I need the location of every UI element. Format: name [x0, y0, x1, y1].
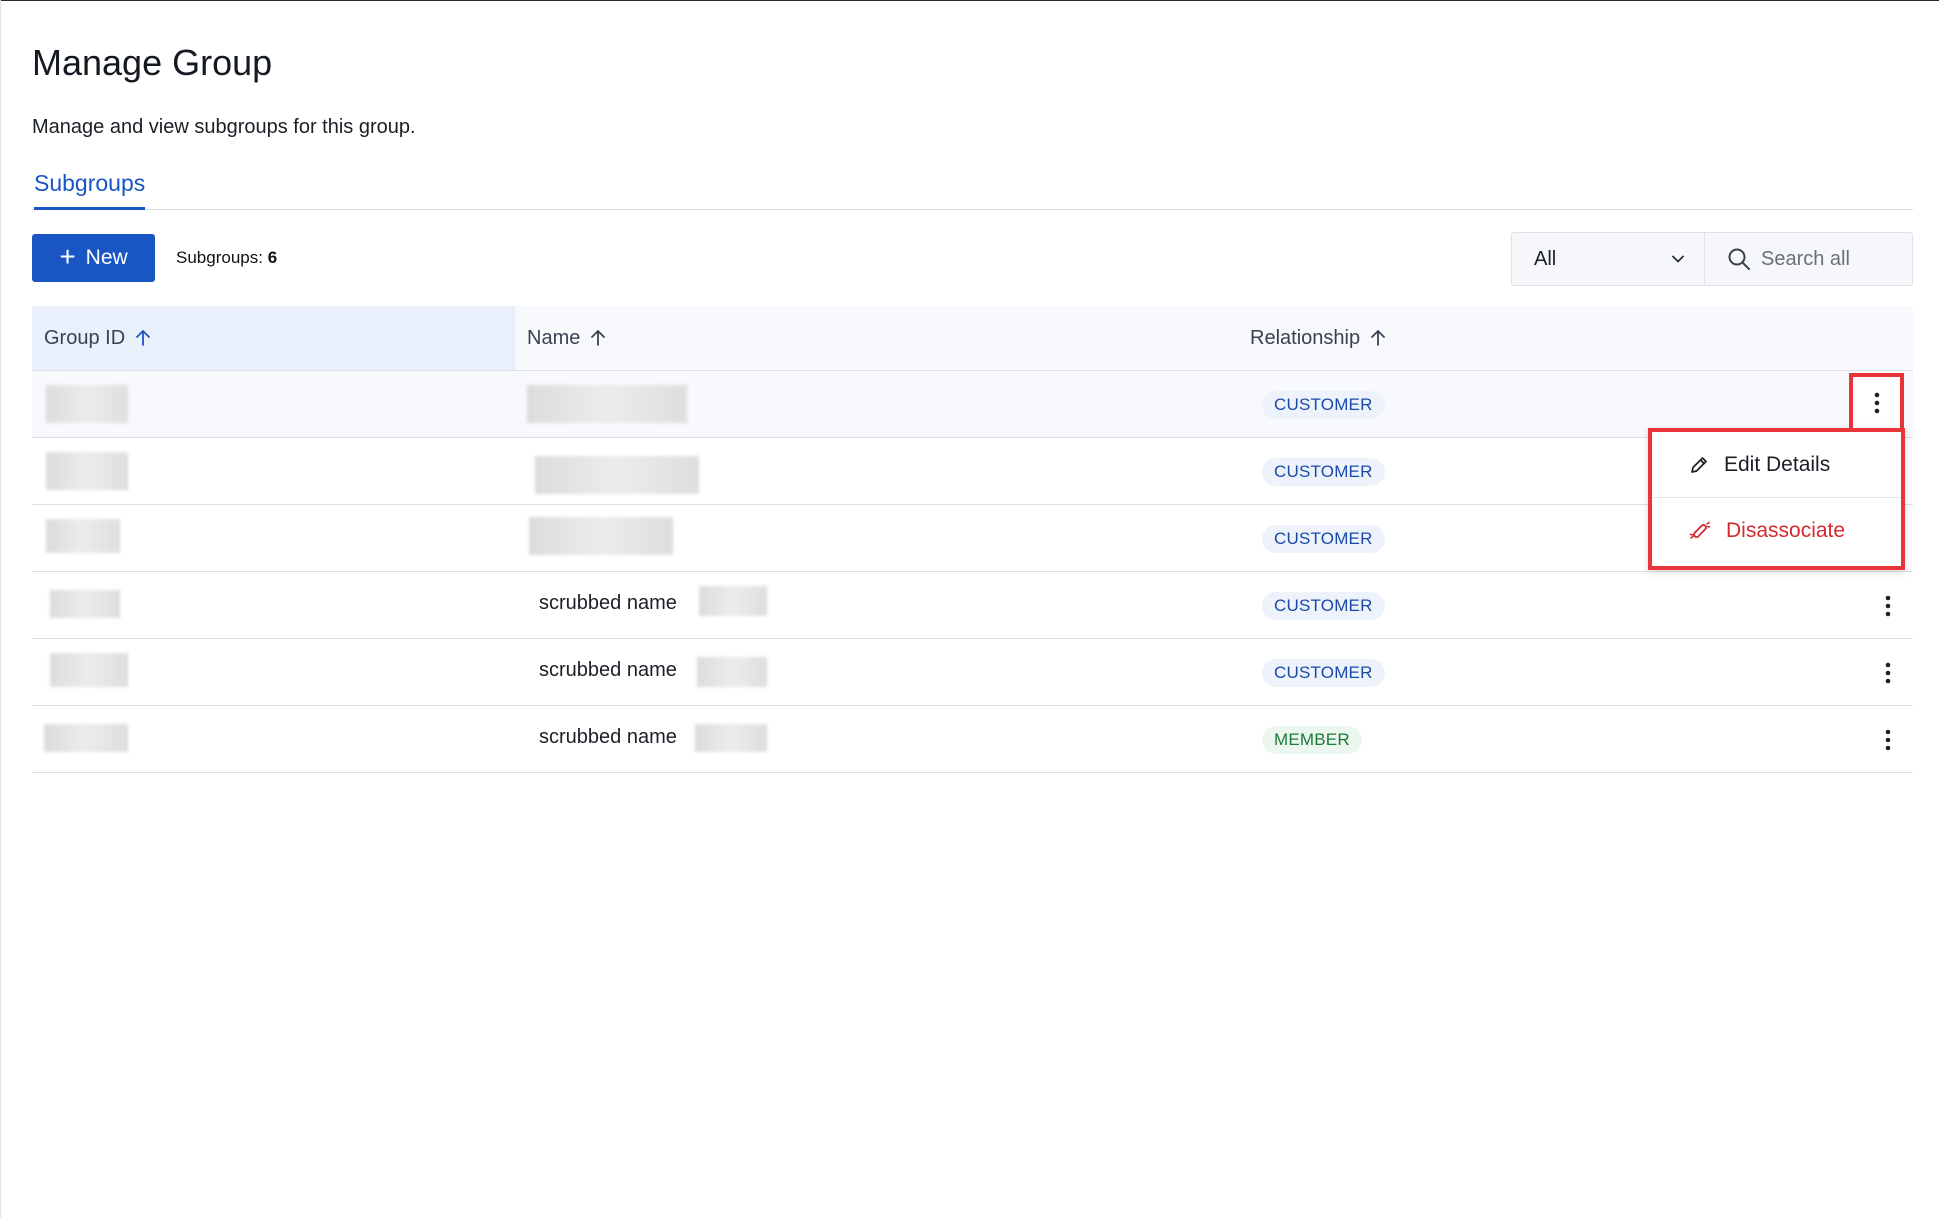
menu-item-edit-details[interactable]: Edit Details	[1652, 432, 1901, 498]
relationship-badge: CUSTOMER	[1262, 659, 1385, 687]
redacted-group-id	[50, 653, 128, 687]
relationship-badge: CUSTOMER	[1262, 391, 1385, 419]
sort-ascending-icon	[591, 330, 606, 346]
column-label: Relationship	[1250, 326, 1361, 349]
page-title: Manage Group	[32, 42, 273, 83]
toolbar: + New Subgroups: 6 All	[32, 232, 1913, 288]
column-header-group-id[interactable]: Group ID	[32, 306, 515, 370]
redacted-name-suffix	[695, 724, 767, 752]
row-actions-menu: Edit Details Disassociate	[1648, 428, 1905, 570]
redacted-name	[529, 517, 673, 555]
table-row[interactable]: CUSTOMER	[32, 438, 1913, 505]
relationship-badge: MEMBER	[1262, 726, 1362, 754]
subgroups-table: Group ID Name Relationship CUSTOMER CUST…	[32, 306, 1913, 773]
relationship-badge: CUSTOMER	[1262, 525, 1385, 553]
row-actions-button-active[interactable]	[1849, 373, 1904, 433]
subgroup-count: Subgroups: 6	[176, 248, 277, 268]
window-top-border	[0, 0, 1939, 1]
table-row[interactable]: scrubbed name CUSTOMER	[32, 572, 1913, 639]
search-input[interactable]	[1761, 247, 1901, 271]
table-row[interactable]: scrubbed name MEMBER	[32, 706, 1913, 773]
subgroup-count-label: Subgroups:	[176, 248, 263, 267]
redacted-group-id	[46, 452, 128, 490]
chevron-down-icon	[1672, 255, 1684, 263]
row-actions-button[interactable]	[1874, 657, 1902, 689]
more-vertical-icon	[1885, 662, 1891, 684]
row-name: scrubbed name	[539, 592, 677, 614]
more-vertical-icon	[1885, 729, 1891, 751]
filter-selected-value: All	[1534, 247, 1557, 270]
plus-icon: +	[59, 241, 76, 272]
redacted-group-id	[46, 519, 120, 553]
redacted-group-id	[46, 385, 128, 423]
more-vertical-icon	[1885, 595, 1891, 617]
row-name: scrubbed name	[539, 659, 677, 681]
relationship-filter-select[interactable]: All	[1511, 232, 1704, 286]
redacted-name-suffix	[697, 657, 767, 687]
redacted-group-id	[44, 724, 128, 752]
search-icon	[1728, 248, 1750, 270]
table-row[interactable]: CUSTOMER	[32, 505, 1913, 572]
menu-item-disassociate[interactable]: Disassociate	[1652, 498, 1901, 564]
column-header-relationship[interactable]: Relationship	[1250, 306, 1386, 370]
sort-ascending-icon	[136, 330, 151, 346]
tab-subgroups[interactable]: Subgroups	[34, 170, 146, 210]
sort-ascending-icon	[1371, 330, 1385, 346]
redacted-name	[535, 456, 699, 494]
window-left-border	[0, 0, 1, 1218]
unlink-icon	[1689, 521, 1711, 539]
search-box	[1704, 232, 1913, 286]
relationship-badge: CUSTOMER	[1262, 458, 1385, 486]
new-button-label: New	[85, 246, 128, 269]
redacted-name-suffix	[699, 586, 767, 616]
redacted-name	[527, 385, 687, 423]
new-subgroup-button[interactable]: + New	[32, 234, 155, 282]
page-subtitle: Manage and view subgroups for this group…	[32, 116, 416, 138]
tab-bar: Subgroups	[32, 170, 1913, 210]
column-header-name[interactable]: Name	[515, 306, 606, 370]
column-label: Group ID	[44, 326, 126, 349]
table-row[interactable]: CUSTOMER	[32, 371, 1913, 438]
pencil-icon	[1691, 456, 1707, 473]
row-actions-button[interactable]	[1874, 590, 1902, 622]
table-row[interactable]: scrubbed name CUSTOMER	[32, 639, 1913, 706]
row-name: scrubbed name	[539, 726, 677, 748]
subgroup-count-value: 6	[267, 248, 278, 267]
more-vertical-icon	[1874, 392, 1879, 414]
menu-item-label: Edit Details	[1724, 452, 1831, 476]
redacted-group-id	[50, 590, 120, 618]
menu-item-label: Disassociate	[1726, 519, 1846, 542]
relationship-badge: CUSTOMER	[1262, 592, 1385, 620]
column-label: Name	[527, 326, 581, 349]
row-actions-button[interactable]	[1874, 724, 1902, 756]
table-header: Group ID Name Relationship	[32, 306, 1913, 371]
